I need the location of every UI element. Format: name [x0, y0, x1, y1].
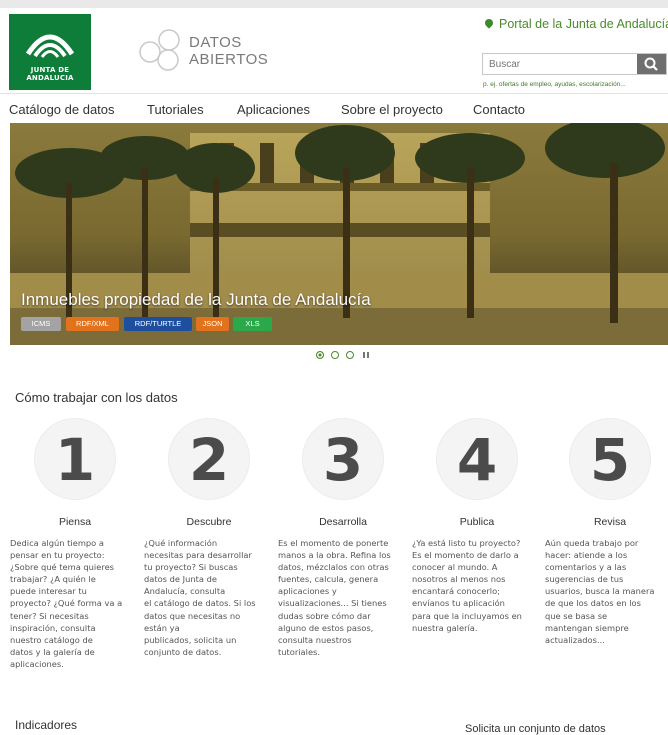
- brand-line-2: ABIERTOS: [189, 51, 269, 68]
- hero-title[interactable]: Inmuebles propiedad de la Junta de Andal…: [21, 290, 371, 310]
- carousel-dot-2[interactable]: [331, 351, 339, 359]
- nav-item-contacto[interactable]: Contacto: [473, 102, 525, 117]
- step-2-number: 2: [188, 426, 230, 494]
- step-3-number: 3: [322, 426, 364, 494]
- tag-rdf-turtle[interactable]: RDF/TURTLE: [124, 317, 192, 331]
- step-2-circle: 2: [168, 418, 250, 500]
- search-input[interactable]: [483, 54, 645, 74]
- step-4-title: Publica: [459, 516, 495, 528]
- step-4-text: ¿Ya está listo tu proyecto? Es el moment…: [412, 538, 522, 633]
- carousel-dot-3[interactable]: [346, 351, 354, 359]
- search-box: [482, 53, 667, 75]
- pause-icon[interactable]: [363, 352, 369, 358]
- logo-text: JUNTA DE ANDALUCIA: [26, 66, 74, 82]
- step-5-number: 5: [589, 426, 631, 494]
- nav-item-catalogo[interactable]: Catálogo de datos: [9, 102, 115, 117]
- search-button[interactable]: [637, 54, 666, 74]
- datos-abiertos-logo-icon: [139, 29, 180, 71]
- step-1-text: Dedica algún tiempo a pensar en tu proye…: [10, 538, 123, 669]
- step-1-title: Piensa: [58, 516, 92, 528]
- brand-line-1: DATOS: [189, 34, 242, 51]
- portal-link-label: Portal de la Junta de Andalucía: [499, 17, 668, 31]
- step-5-text: Aún queda trabajo por hacer: atiende a l…: [545, 538, 655, 645]
- search-hint: p. ej. ofertas de empleo, ayudas, escola…: [483, 81, 626, 88]
- nav-item-sobre-proyecto[interactable]: Sobre el proyecto: [341, 102, 443, 117]
- step-3-circle: 3: [302, 418, 384, 500]
- tag-json[interactable]: JSON: [196, 317, 229, 331]
- location-pin-icon: [483, 17, 495, 29]
- main-nav: Catálogo de datos Tutoriales Aplicacione…: [0, 93, 668, 124]
- step-5-circle: 5: [569, 418, 651, 500]
- top-bar: [0, 0, 668, 8]
- section-title: Cómo trabajar con los datos: [15, 390, 178, 405]
- step-2-title: Descubre: [186, 516, 232, 528]
- tag-xls[interactable]: XLS: [233, 317, 272, 331]
- tag-rdf-xml[interactable]: RDF/XML: [66, 317, 119, 331]
- brand-title: DATOS ABIERTOS: [189, 34, 268, 68]
- step-1-number: 1: [54, 426, 96, 494]
- step-1-circle: 1: [34, 418, 116, 500]
- step-2-text: ¿Qué información necesitas para desarrol…: [144, 538, 256, 657]
- junta-logo[interactable]: JUNTA DE ANDALUCIA: [9, 14, 91, 90]
- step-5-title: Revisa: [593, 516, 627, 528]
- tag-icms[interactable]: ICMS: [21, 317, 61, 331]
- step-3-text: Es el momento de ponerte manos a la obra…: [278, 538, 391, 657]
- nav-item-aplicaciones[interactable]: Aplicaciones: [237, 102, 310, 117]
- step-4-circle: 4: [436, 418, 518, 500]
- junta-logo-icon: [25, 34, 75, 58]
- search-icon: [644, 57, 658, 71]
- portal-link[interactable]: Portal de la Junta de Andalucía: [483, 17, 668, 31]
- request-dataset-heading[interactable]: Solicita un conjunto de datos: [465, 723, 606, 735]
- carousel-dot-1[interactable]: [316, 351, 324, 359]
- hero-carousel[interactable]: Inmuebles propiedad de la Junta de Andal…: [10, 123, 668, 345]
- hero-image: [10, 123, 668, 345]
- nav-item-tutoriales[interactable]: Tutoriales: [147, 102, 204, 117]
- step-4-number: 4: [456, 426, 498, 494]
- step-3-title: Desarrolla: [319, 516, 367, 528]
- indicators-heading: Indicadores: [15, 718, 78, 732]
